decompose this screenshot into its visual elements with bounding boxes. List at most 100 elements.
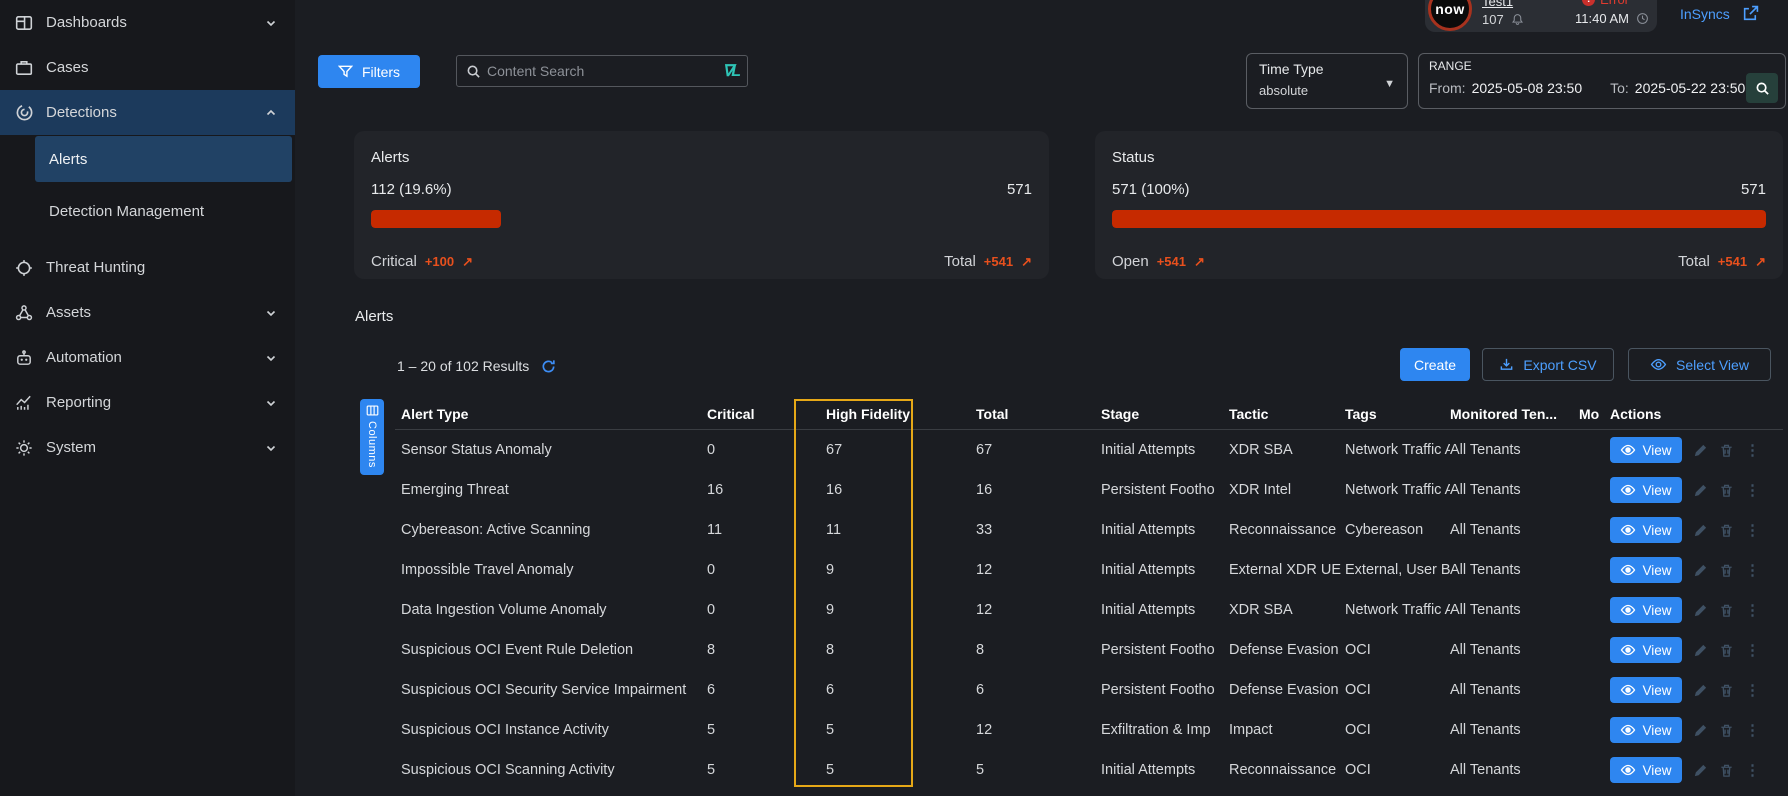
edit-pencil-icon[interactable] [1693,603,1708,618]
edit-pencil-icon[interactable] [1693,763,1708,778]
column-header-stage[interactable]: Stage [1101,406,1229,422]
edit-pencil-icon[interactable] [1693,523,1708,538]
search-icon [466,64,481,79]
sidebar-item-alerts[interactable]: Alerts [35,136,292,182]
table-row[interactable]: Emerging Threat 16 16 16 Persistent Foot… [355,470,1783,510]
cell-alert-type: Impossible Travel Anomaly [401,562,707,578]
kebab-menu-icon[interactable]: ⋮ [1745,683,1760,698]
kebab-menu-icon[interactable]: ⋮ [1745,443,1760,458]
table-row[interactable]: Data Ingestion Volume Anomaly 0 9 12 Ini… [355,590,1783,630]
view-button[interactable]: View [1610,477,1682,503]
edit-pencil-icon[interactable] [1693,643,1708,658]
delete-trash-icon[interactable] [1719,603,1734,618]
delete-trash-icon[interactable] [1719,563,1734,578]
table-row[interactable]: Suspicious OCI Event Rule Deletion 8 8 8… [355,630,1783,670]
delete-trash-icon[interactable] [1719,483,1734,498]
delete-trash-icon[interactable] [1719,723,1734,738]
view-button[interactable]: View [1610,757,1682,783]
table-row[interactable]: Suspicious OCI Instance Activity 5 5 12 … [355,710,1783,750]
kebab-menu-icon[interactable]: ⋮ [1745,603,1760,618]
results-summary: 1 – 20 of 102 Results [397,358,556,374]
range-search-button[interactable] [1746,73,1778,103]
sidebar-item-detections[interactable]: Detections [0,90,295,135]
table-row[interactable]: Suspicious OCI Security Service Impairme… [355,670,1783,710]
insyncs-link[interactable]: InSyncs [1680,5,1759,22]
cell-actions: View ⋮ [1610,677,1783,703]
column-header-critical[interactable]: Critical [707,406,826,422]
time-display: 11:40 AM [1575,11,1649,26]
error-status[interactable]: ! Error [1582,0,1629,7]
column-header-mo[interactable]: Mo [1579,406,1610,422]
view-button[interactable]: View [1610,637,1682,663]
edit-pencil-icon[interactable] [1693,443,1708,458]
time-type-label: Time Type [1259,61,1395,77]
sidebar-item-system[interactable]: System [0,425,295,470]
edit-pencil-icon[interactable] [1693,683,1708,698]
table-row[interactable]: Suspicious OCI Scanning Activity 5 5 5 I… [355,750,1783,790]
time-type-dropdown[interactable]: Time Type absolute ▼ [1246,53,1408,109]
sidebar-item-assets[interactable]: Assets [0,290,295,335]
column-header-monitored-tenants[interactable]: Monitored Ten... [1450,406,1579,422]
column-header-alert-type[interactable]: Alert Type [401,406,707,422]
sidebar-item-reporting[interactable]: Reporting [0,380,295,425]
trend-up-arrow-icon: ↗ [1194,254,1205,270]
delete-trash-icon[interactable] [1719,523,1734,538]
delete-trash-icon[interactable] [1719,643,1734,658]
sidebar-item-dashboards[interactable]: Dashboards [0,0,295,45]
cell-stage: Persistent Footho [1101,682,1229,698]
eye-icon [1620,642,1636,658]
now-logo[interactable]: now [1428,0,1472,31]
footer-right-label[interactable]: Total [944,253,976,270]
view-button[interactable]: View [1610,517,1682,543]
edit-pencil-icon[interactable] [1693,723,1708,738]
table-row[interactable]: Impossible Travel Anomaly 0 9 12 Initial… [355,550,1783,590]
table-row[interactable]: Cybereason: Active Scanning 11 11 33 Ini… [355,510,1783,550]
column-header-tactic[interactable]: Tactic [1229,406,1345,422]
view-button[interactable]: View [1610,597,1682,623]
column-header-total[interactable]: Total [976,406,1101,422]
column-header-tags[interactable]: Tags [1345,406,1450,422]
query-language-icon[interactable]: ∇L [723,61,739,81]
content-search-input[interactable] [487,63,723,79]
columns-button[interactable]: Columns [360,399,384,475]
notification-count-row[interactable]: 107 [1482,12,1524,27]
view-button-label: View [1642,603,1671,618]
time-range-box[interactable]: RANGE From: 2025-05-08 23:50 To: 2025-05… [1418,53,1786,109]
kebab-menu-icon[interactable]: ⋮ [1745,483,1760,498]
select-view-button[interactable]: Select View [1628,348,1771,381]
view-button[interactable]: View [1610,717,1682,743]
cell-actions: View ⋮ [1610,637,1783,663]
column-header-high-fidelity[interactable]: High Fidelity [826,406,976,422]
chevron-down-icon [265,442,277,454]
delete-trash-icon[interactable] [1719,443,1734,458]
kebab-menu-icon[interactable]: ⋮ [1745,723,1760,738]
edit-pencil-icon[interactable] [1693,483,1708,498]
cell-monitored-tenants: All Tenants [1450,602,1579,618]
username-link[interactable]: Test1 [1482,0,1513,9]
sidebar-item-threat-hunting[interactable]: Threat Hunting [0,245,295,290]
footer-right-label[interactable]: Total [1678,253,1710,270]
table-row[interactable]: Sensor Status Anomaly 0 67 67 Initial At… [355,430,1783,470]
kebab-menu-icon[interactable]: ⋮ [1745,523,1760,538]
sidebar-item-cases[interactable]: Cases [0,45,295,90]
sidebar-item-detection-management[interactable]: Detection Management [35,188,292,234]
export-csv-button[interactable]: Export CSV [1482,348,1614,381]
sidebar-item-automation[interactable]: Automation [0,335,295,380]
view-button[interactable]: View [1610,437,1682,463]
cell-total: 12 [976,722,1101,738]
delete-trash-icon[interactable] [1719,763,1734,778]
table-header-row: Alert Type Critical High Fidelity Total … [395,399,1783,430]
kebab-menu-icon[interactable]: ⋮ [1745,763,1760,778]
delete-trash-icon[interactable] [1719,683,1734,698]
create-button[interactable]: Create [1400,348,1470,381]
view-button[interactable]: View [1610,677,1682,703]
footer-left-label[interactable]: Critical [371,253,417,270]
kebab-menu-icon[interactable]: ⋮ [1745,643,1760,658]
kebab-menu-icon[interactable]: ⋮ [1745,563,1760,578]
cell-total: 6 [976,682,1101,698]
edit-pencil-icon[interactable] [1693,563,1708,578]
filters-button[interactable]: Filters [318,55,420,88]
footer-left-label[interactable]: Open [1112,253,1149,270]
view-button[interactable]: View [1610,557,1682,583]
refresh-icon[interactable] [541,359,556,374]
